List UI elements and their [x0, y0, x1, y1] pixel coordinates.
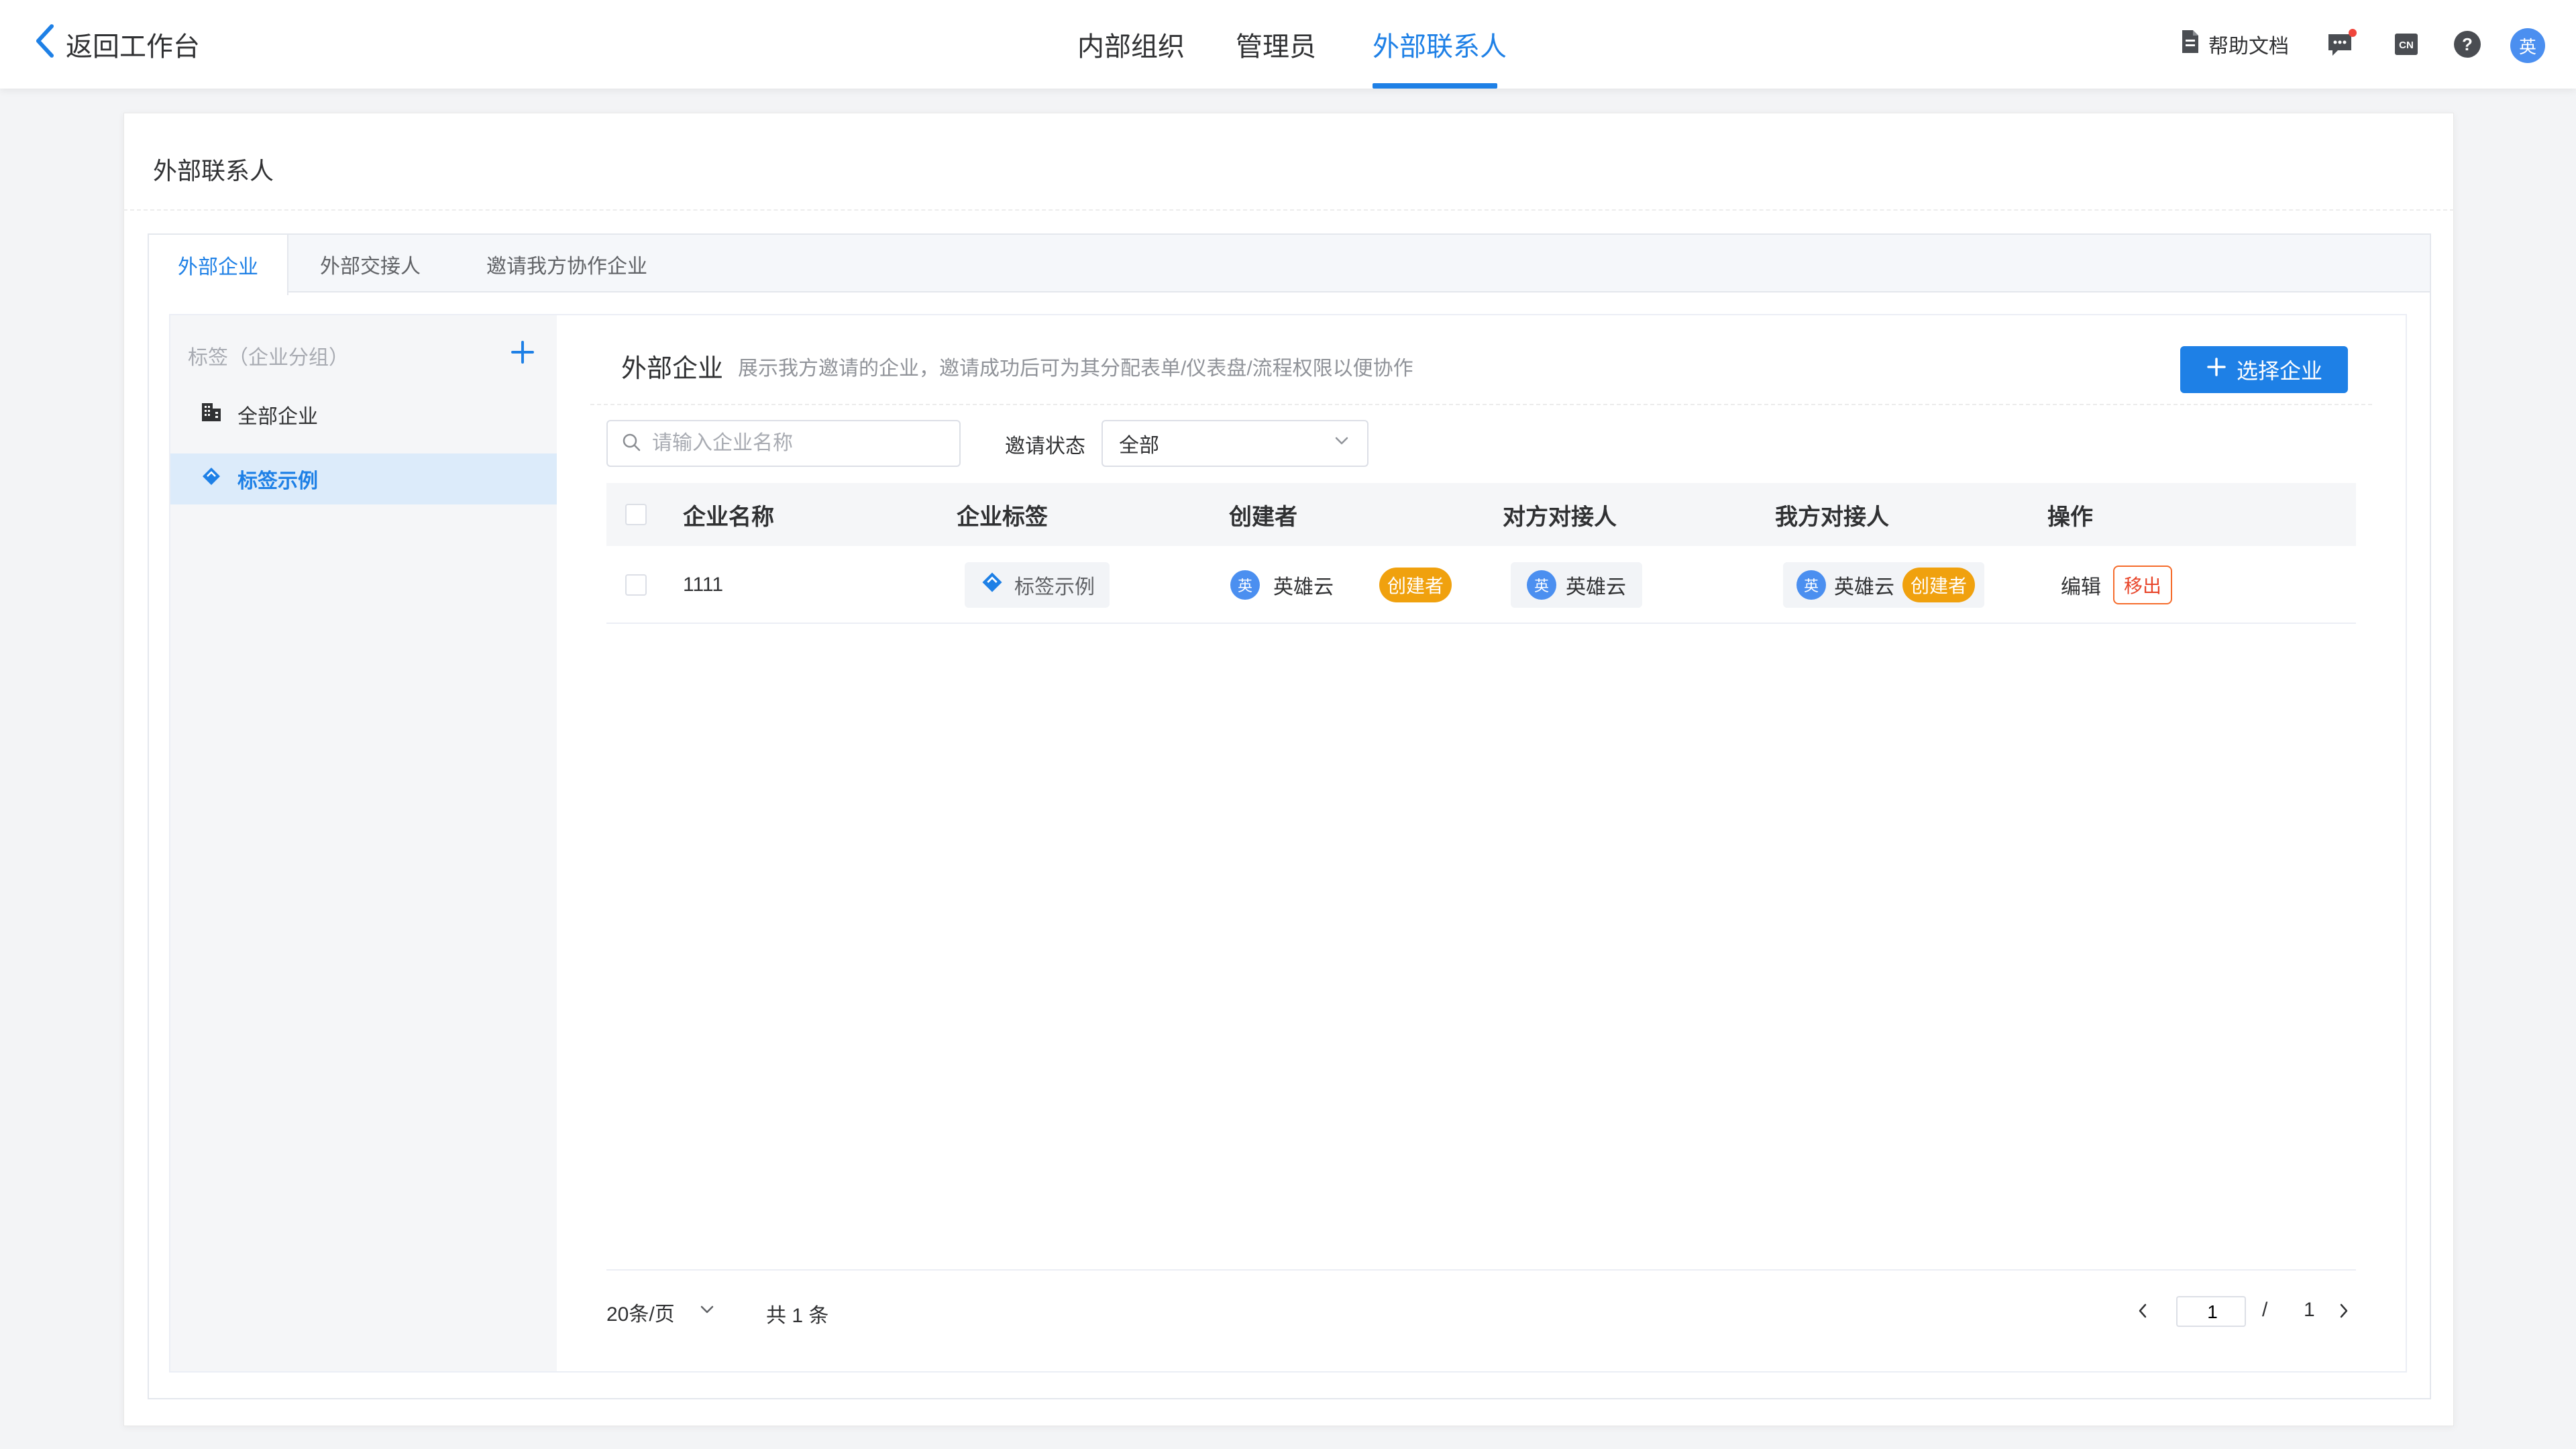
content-divider: [590, 404, 2372, 405]
nav-tab-internal-org[interactable]: 内部组织: [1077, 0, 1185, 89]
select-all-checkbox[interactable]: [625, 483, 647, 546]
prev-page-icon[interactable]: [2129, 1297, 2156, 1324]
help-docs-link[interactable]: 帮助文档: [2180, 30, 2289, 59]
messages-icon[interactable]: [2325, 28, 2357, 60]
company-tag-cell: 标签示例: [965, 546, 1110, 624]
their-contact-chip: 英 英雄云: [1511, 562, 1642, 608]
add-tag-icon[interactable]: [507, 337, 538, 368]
chevron-down-icon: [698, 1300, 716, 1324]
search-icon: [621, 432, 641, 455]
building-icon: [200, 400, 223, 429]
column-header-actions: 操作: [2047, 504, 2093, 530]
chevron-left-icon: [34, 23, 56, 66]
column-header-creator: 创建者: [1229, 504, 1297, 530]
search-box: [606, 420, 961, 467]
back-label: 返回工作台: [66, 32, 200, 62]
title-divider: [123, 209, 2454, 211]
company-search-input[interactable]: [651, 431, 949, 455]
edit-button[interactable]: 编辑: [2061, 570, 2101, 600]
their-contact-cell: 英 英雄云: [1511, 546, 1642, 624]
tag-icon: [979, 570, 1005, 600]
page-size-select[interactable]: 20条/页: [606, 1299, 716, 1326]
section-description: 展示我方邀请的企业，邀请成功后可为其分配表单/仪表盘/流程权限以便协作: [738, 358, 1413, 380]
plus-icon: [2206, 356, 2227, 383]
chevron-down-icon: [1332, 431, 1351, 455]
footer-divider: [606, 1269, 2356, 1271]
back-to-workbench-link[interactable]: 返回工作台: [34, 24, 200, 64]
svg-text:CN: CN: [2399, 40, 2414, 51]
our-contact-badge: 创建者: [1902, 568, 1976, 602]
column-header-name: 企业名称: [683, 504, 774, 530]
invite-status-label: 邀请状态: [1005, 435, 1085, 458]
company-name-cell: 1111: [683, 574, 724, 596]
user-avatar[interactable]: 英: [2510, 28, 2545, 63]
column-header-our-contact: 我方对接人: [1775, 504, 1889, 530]
total-count: 共 1 条: [766, 1305, 829, 1327]
tag-chip: 标签示例: [965, 562, 1110, 608]
total-pages: 1: [2304, 1299, 2315, 1321]
section-title: 外部企业: [621, 355, 724, 383]
page-number-box: [2176, 1296, 2247, 1327]
table-header: [606, 483, 2356, 546]
our-contact-avatar: 英: [1796, 570, 1826, 600]
sidebar-item-tag-example[interactable]: 标签示例: [170, 453, 557, 504]
tab-external-handover[interactable]: 外部交接人: [302, 235, 439, 294]
document-icon: [2180, 29, 2200, 60]
page-separator: /: [2262, 1299, 2268, 1321]
next-page-icon[interactable]: [2330, 1297, 2357, 1324]
column-header-their-contact: 对方对接人: [1503, 504, 1617, 530]
active-tab-indicator: [1373, 83, 1497, 89]
invite-status-select[interactable]: 全部: [1102, 420, 1368, 467]
language-icon[interactable]: CN: [2391, 28, 2423, 60]
their-contact-avatar: 英: [1527, 570, 1556, 600]
creator-badge: 创建者: [1379, 568, 1452, 602]
creator-cell: 英 英雄云 创建者: [1230, 546, 1452, 624]
creator-avatar: 英: [1230, 570, 1260, 600]
sidebar-item-all-companies[interactable]: 全部企业: [170, 389, 557, 440]
svg-text:?: ?: [2462, 34, 2473, 54]
tab-invite-collab-companies[interactable]: 邀请我方协作企业: [470, 235, 664, 294]
our-contact-chip: 英 英雄云 创建者: [1783, 562, 1985, 608]
actions-cell: 编辑 移出: [2061, 546, 2173, 624]
column-header-tag: 企业标签: [957, 504, 1048, 530]
nav-tab-external-contacts[interactable]: 外部联系人: [1373, 0, 1507, 89]
page-number-input[interactable]: [2178, 1297, 2247, 1327]
remove-button[interactable]: 移出: [2113, 566, 2173, 604]
tag-icon: [200, 465, 223, 493]
sidebar-title: 标签（企业分组）: [188, 347, 349, 369]
our-contact-cell: 英 英雄云 创建者: [1783, 546, 1985, 624]
row-checkbox[interactable]: [625, 546, 647, 624]
select-company-button[interactable]: 选择企业: [2180, 346, 2348, 393]
tab-external-companies[interactable]: 外部企业: [149, 235, 288, 295]
help-icon[interactable]: ?: [2451, 28, 2483, 60]
page-title: 外部联系人: [153, 157, 274, 184]
nav-tab-admins[interactable]: 管理员: [1236, 0, 1316, 89]
